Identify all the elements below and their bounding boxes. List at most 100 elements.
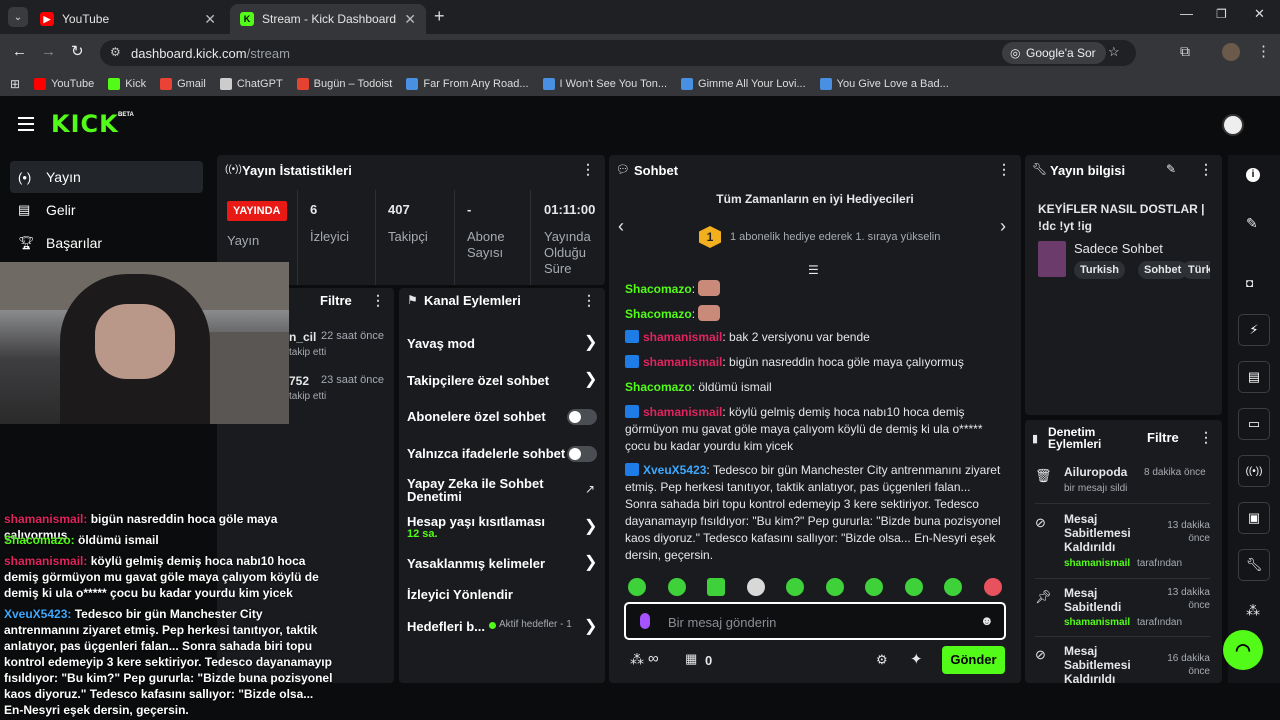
nav-item-yayin[interactable]: (•) Yayın [10, 161, 203, 193]
site-info-icon[interactable]: ⚙ [110, 45, 121, 59]
close-icon[interactable]: ✕ [404, 11, 416, 28]
chat-message[interactable]: XveuX5423: Tedesco bir gün Manchester Ci… [625, 462, 1005, 564]
lightning-icon[interactable]: ⚡︎ [1238, 314, 1270, 346]
chevron-right-icon[interactable]: ❯ [584, 552, 597, 572]
emote-icon[interactable] [746, 578, 765, 596]
filter-button[interactable]: Filtre [1147, 430, 1179, 445]
action-ai-moderation[interactable]: Yapay Zeka ile Sohbet Denetimi [407, 477, 557, 503]
action-banned-words[interactable]: Yasaklanmış kelimeler [407, 556, 545, 571]
emote-icon[interactable] [865, 578, 883, 596]
extensions-icon[interactable]: ⧉ [1180, 43, 1190, 60]
collapse-icon[interactable]: ☰ [808, 263, 819, 277]
emotes-only-toggle[interactable] [567, 446, 597, 462]
action-slow-mode[interactable]: Yavaş mod [407, 336, 475, 351]
tab-kick-dashboard[interactable]: K Stream - Kick Dashboard ✕ [230, 4, 426, 34]
chat-username[interactable]: Shacomazo [625, 282, 692, 296]
chevron-right-icon[interactable]: ❯ [584, 369, 597, 389]
chat-message[interactable]: Shacomazo: [625, 305, 1005, 323]
hamburger-icon[interactable] [18, 117, 34, 131]
edit-icon[interactable]: ✎ [1166, 162, 1176, 176]
tab-search-button[interactable]: ⌄ [8, 7, 28, 27]
action-account-age[interactable]: Hesap yaşı kısıtlaması [407, 514, 545, 529]
chat-message[interactable]: shamanismail: bak 2 versiyonu var bende [625, 329, 1005, 346]
more-options-icon[interactable]: ⋮ [582, 292, 596, 309]
close-icon[interactable]: ✕ [204, 11, 216, 28]
bookmark-item[interactable]: You Give Love a Bad... [819, 78, 949, 90]
bookmark-item[interactable]: ChatGPT [219, 78, 283, 90]
maximize-button[interactable]: ❐ [1216, 7, 1227, 21]
bookmark-item[interactable]: Kick [108, 78, 146, 90]
apps-icon[interactable]: ⊞ [10, 77, 20, 91]
filter-button[interactable]: Filtre [320, 293, 352, 308]
close-window-button[interactable]: ✕ [1254, 6, 1265, 22]
bookmark-item[interactable]: Gimme All Your Lovi... [681, 78, 806, 90]
back-icon[interactable]: ← [12, 43, 27, 60]
more-options-icon[interactable]: ⋮ [371, 292, 385, 309]
tag-chip[interactable]: Turkish [1074, 261, 1125, 279]
chat-username[interactable]: shamanismail [643, 330, 722, 344]
emoji-icon[interactable]: ☻ [980, 613, 994, 628]
chevron-left-icon[interactable]: ‹ [618, 216, 624, 237]
chevron-right-icon[interactable]: › [1000, 216, 1006, 237]
notes-icon[interactable]: ▤ [1238, 361, 1270, 393]
action-followers-only[interactable]: Takipçilere özel sohbet [407, 373, 549, 388]
nav-item-basarilar[interactable]: 🏆︎ Başarılar [10, 227, 203, 259]
more-options-icon[interactable]: ⋮ [1199, 161, 1213, 178]
points-icon[interactable]: ⁂ [1246, 602, 1260, 619]
microphone-icon[interactable] [640, 613, 650, 629]
bookmark-star-icon[interactable]: ☆ [1108, 44, 1120, 60]
chevron-right-icon[interactable]: ❯ [584, 616, 597, 636]
more-options-icon[interactable]: ⋮ [997, 161, 1011, 178]
info-icon[interactable]: i [1246, 168, 1260, 182]
send-button[interactable]: Gönder [942, 646, 1005, 674]
external-link-icon[interactable]: ↗ [585, 482, 595, 496]
tag-chip[interactable]: Türk [1182, 261, 1210, 279]
emote-icon[interactable] [667, 578, 686, 596]
tag-chip[interactable]: Sohbet [1138, 261, 1188, 279]
gift-icon[interactable]: ▦ [685, 651, 697, 667]
bookmark-item[interactable]: I Won't See You Ton... [542, 78, 667, 90]
chat-username[interactable]: shamanismail [643, 405, 722, 419]
user-avatar[interactable] [1222, 114, 1244, 136]
emote-icon[interactable] [628, 578, 646, 596]
nav-item-gelir[interactable]: ▤ Gelir [10, 194, 203, 226]
chat-bubble-icon[interactable]: ▭ [1238, 408, 1270, 440]
points-icon[interactable]: ⁂ [630, 651, 644, 668]
menu-icon[interactable]: ⋮ [1256, 42, 1271, 60]
layout-icon[interactable]: ▣ [1238, 502, 1270, 534]
action-raid[interactable]: İzleyici Yönlendir [407, 587, 513, 602]
wrench-icon[interactable]: 🔧︎ [1238, 549, 1270, 581]
bookmark-item[interactable]: Gmail [160, 78, 206, 90]
action-goals[interactable]: Hedefleri b... [407, 619, 485, 634]
tab-youtube[interactable]: ▶ YouTube ✕ [30, 4, 226, 34]
profile-avatar[interactable] [1222, 43, 1240, 61]
chevron-right-icon[interactable]: ❯ [584, 332, 597, 352]
chat-message[interactable]: Shacomazo: öldümü ismail [625, 379, 1005, 396]
mod-tools-icon[interactable]: ✦ [910, 650, 923, 668]
forward-icon[interactable]: → [41, 43, 56, 60]
address-bar[interactable]: ⚙ dashboard.kick.com/stream ◎ Google'a So… [100, 40, 1136, 66]
more-options-icon[interactable]: ⋮ [1199, 429, 1213, 446]
edit-icon[interactable]: ✎ [1246, 215, 1258, 232]
chat-message[interactable]: Shacomazo: [625, 280, 1005, 298]
support-button[interactable]: ◠ [1223, 630, 1263, 670]
chat-username[interactable]: XveuX5423 [643, 463, 706, 477]
broadcast-icon[interactable]: ((•)) [1238, 455, 1270, 487]
emote-icon[interactable] [707, 578, 725, 596]
chat-username[interactable]: shamanismail [643, 355, 722, 369]
chat-username[interactable]: Shacomazo [625, 380, 692, 394]
chat-message[interactable]: shamanismail: köylü gelmiş demiş hoca na… [625, 404, 1005, 455]
chat-username[interactable]: Shacomazo [625, 307, 692, 321]
emote-icon[interactable] [786, 578, 804, 596]
reload-icon[interactable]: ↻ [71, 42, 84, 60]
emote-icon[interactable] [944, 578, 962, 596]
bookmark-item[interactable]: Bugün – Todoist [296, 78, 392, 90]
bookmark-item[interactable]: Far From Any Road... [406, 78, 529, 90]
emote-icon[interactable] [904, 578, 923, 596]
chevron-right-icon[interactable]: ❯ [584, 516, 597, 536]
chat-input[interactable]: Bir mesaj gönderin ☻ [624, 602, 1006, 640]
settings-icon[interactable]: ⚙ [876, 652, 888, 668]
emote-icon[interactable] [983, 578, 1002, 596]
subscribers-only-toggle[interactable] [567, 409, 597, 425]
more-options-icon[interactable]: ⋮ [581, 161, 595, 178]
